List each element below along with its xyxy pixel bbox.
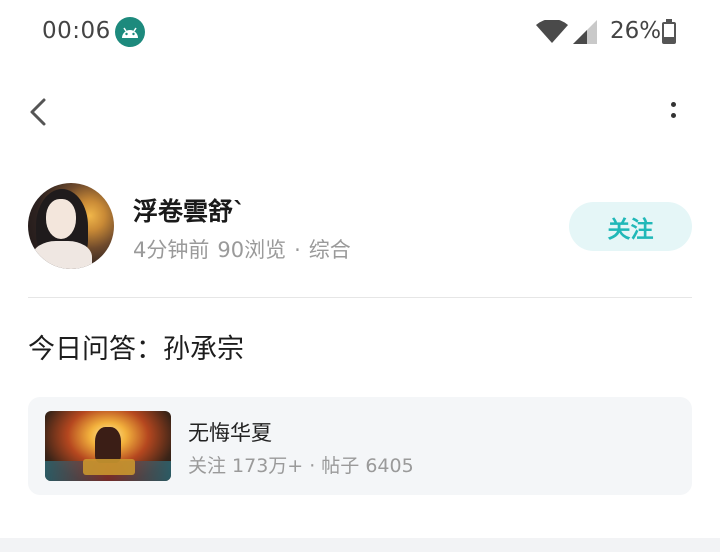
post-time: 4分钟前 [133, 238, 210, 262]
stats-separator: · [309, 455, 316, 477]
post-meta: 4分钟前 90浏览 · 综合 [133, 234, 359, 264]
post-category: 综合 [308, 238, 351, 262]
status-bar: 00:06 26% [0, 0, 720, 66]
more-vertical-icon-dot [671, 113, 676, 118]
game-stats: 关注 173万+ · 帖子 6405 [188, 451, 420, 478]
wifi-icon [536, 18, 568, 48]
post-title: 今日问答：孙承宗 [28, 334, 244, 365]
game-card[interactable]: 无悔华夏 关注 173万+ · 帖子 6405 [28, 397, 692, 495]
more-options-button[interactable] [656, 92, 690, 132]
android-icon [115, 17, 145, 47]
game-posts: 帖子 6405 [321, 455, 414, 477]
battery-percent: 26% [610, 18, 662, 44]
battery-icon [662, 19, 676, 44]
status-time: 00:06 [42, 18, 111, 44]
follow-button[interactable]: 关注 [569, 202, 692, 251]
avatar[interactable] [28, 183, 114, 269]
view-count: 90浏览 [217, 238, 287, 262]
meta-separator: · [294, 238, 301, 262]
battery-fill [664, 37, 674, 42]
game-name: 无悔华夏 [188, 421, 272, 445]
cell-signal-icon [573, 20, 599, 48]
game-thumbnail [45, 411, 171, 481]
back-button[interactable] [22, 92, 58, 132]
game-followers: 关注 173万+ [188, 455, 304, 477]
more-vertical-icon [671, 102, 676, 107]
chevron-left-icon [30, 98, 46, 126]
bottom-band [0, 538, 720, 552]
author-name[interactable]: 浮卷雲舒` [133, 192, 246, 228]
divider [28, 297, 692, 298]
